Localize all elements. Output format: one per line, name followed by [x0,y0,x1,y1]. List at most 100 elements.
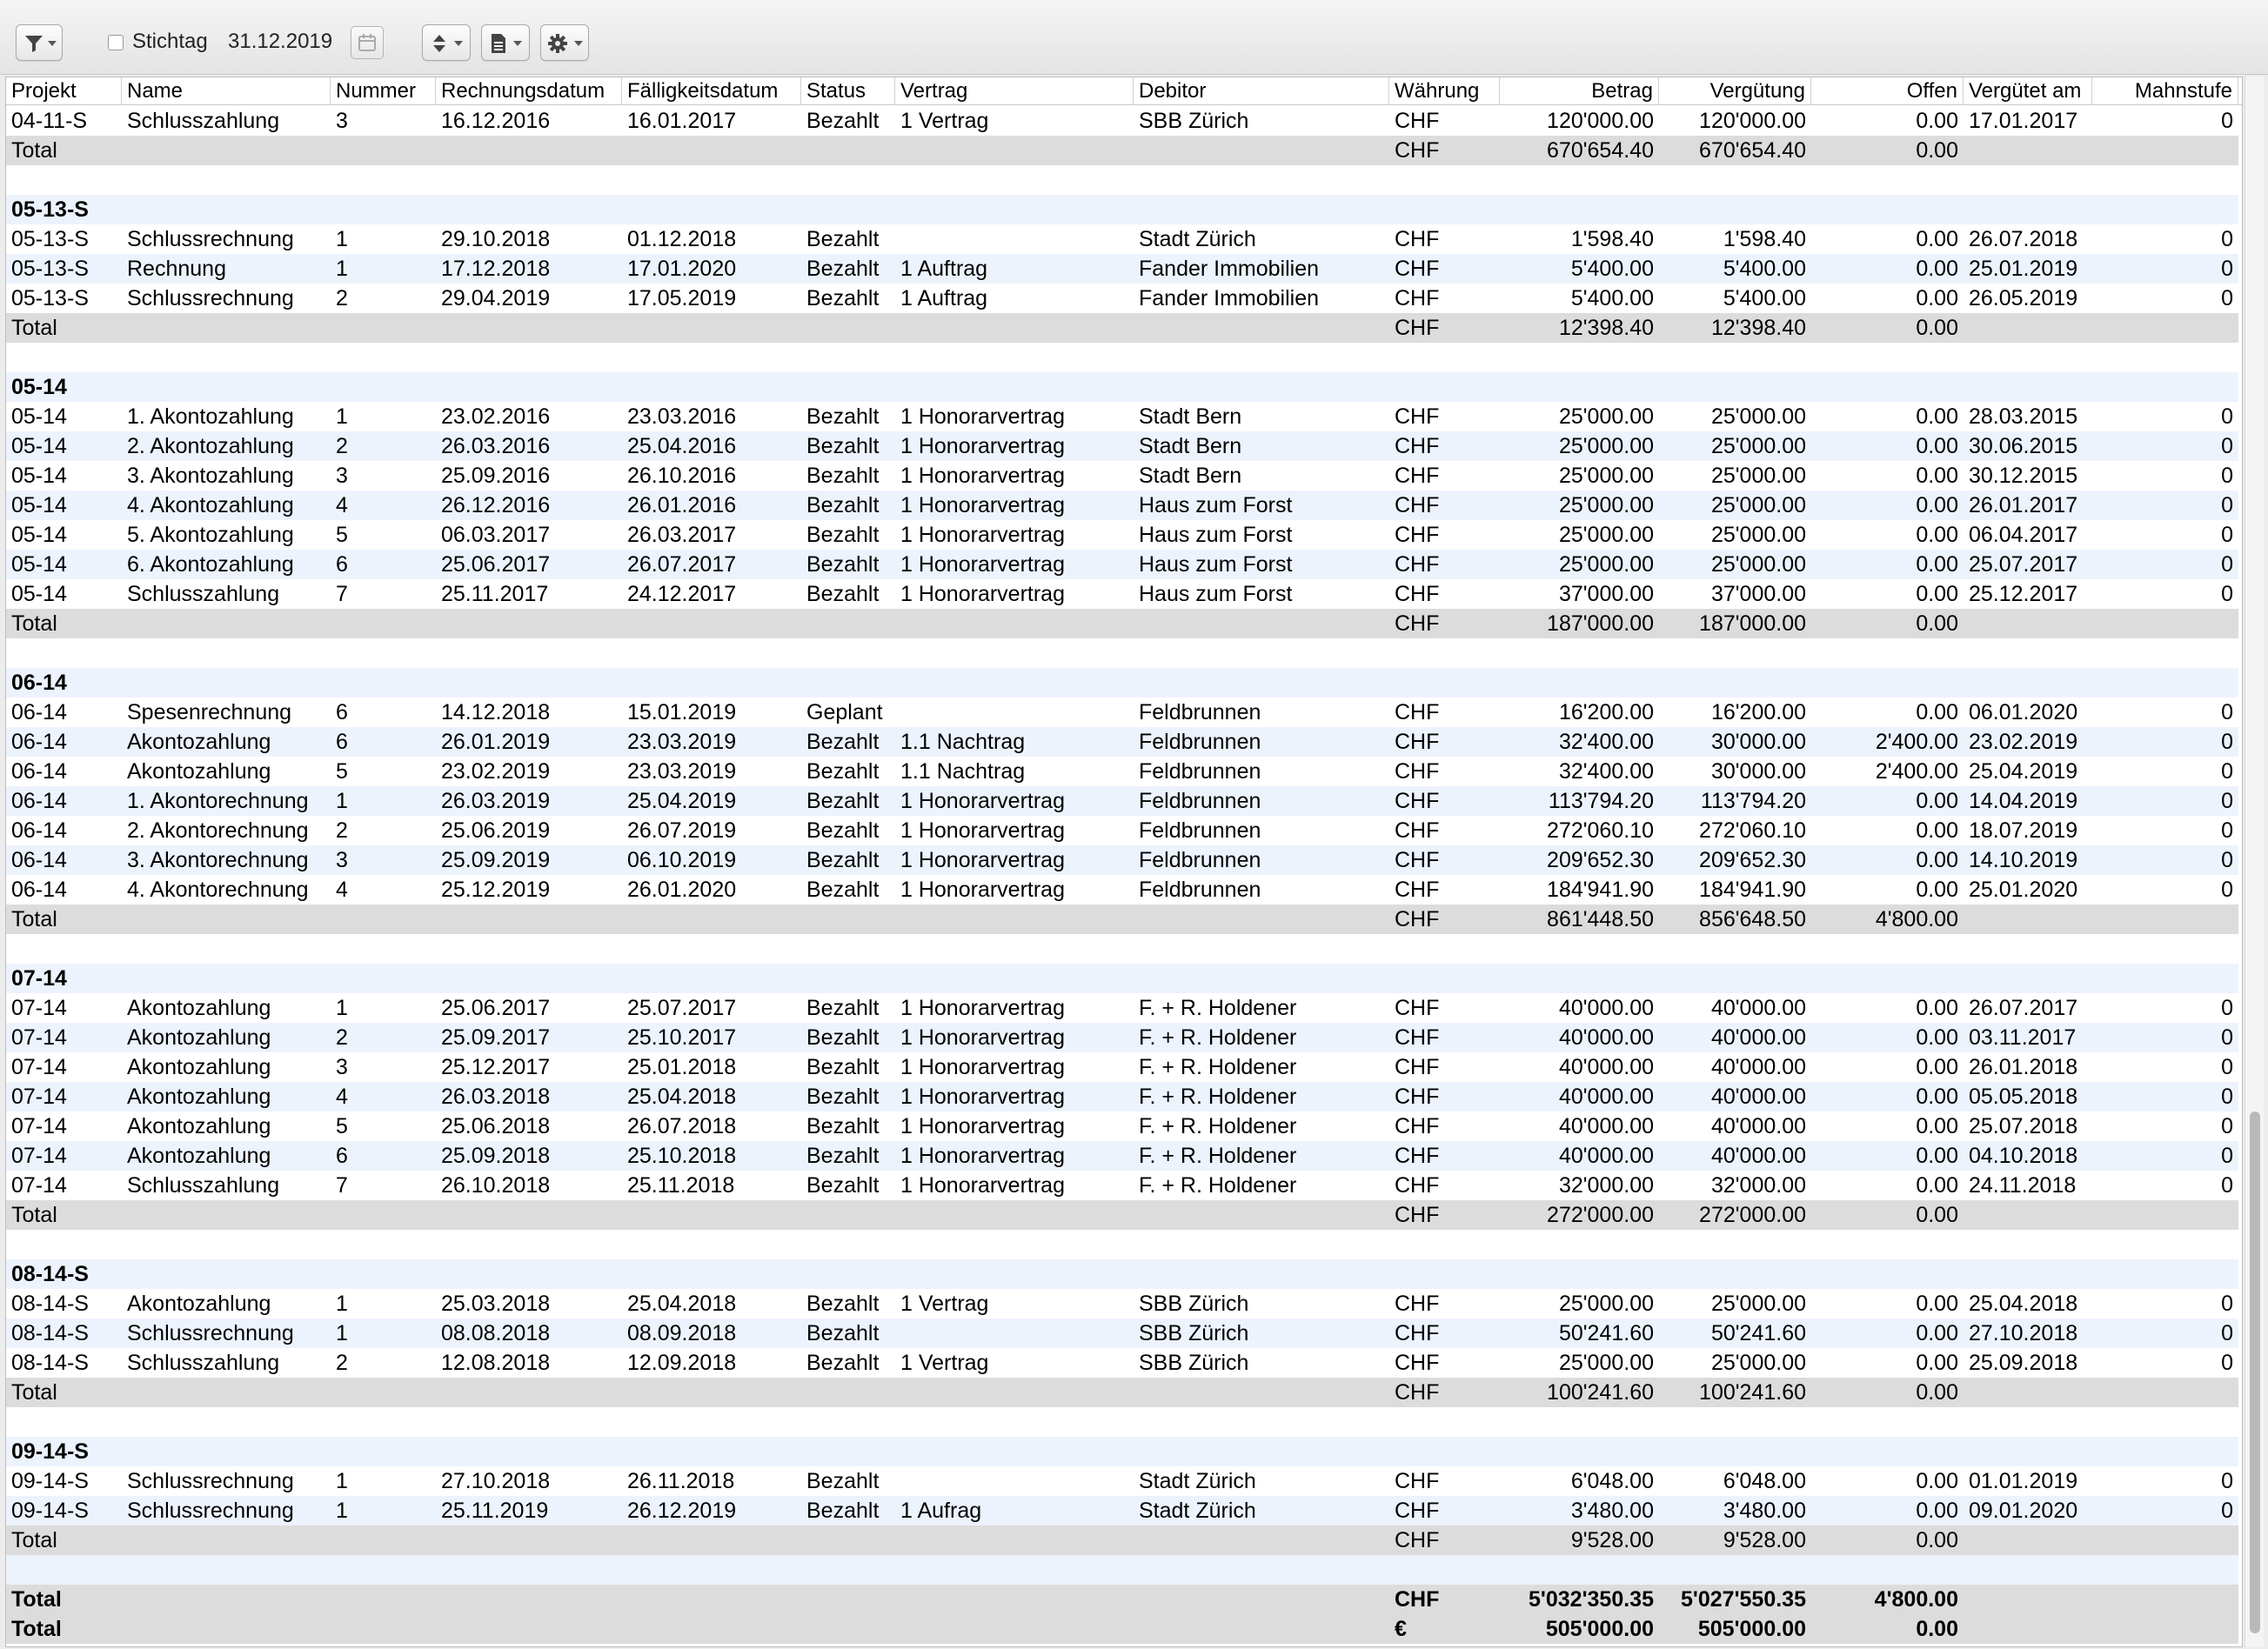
table-row[interactable]: 06-14 Spesenrechnung 6 14.12.2018 15.01.2019… [6,698,2238,727]
cell-mahnstufe: 0 [2221,1173,2233,1198]
table-row[interactable]: 07-14 Akontozahlung 5 25.06.2018 26.07.2018 B… [6,1112,2238,1141]
group-header-row[interactable]: 08-14-S [6,1259,2238,1289]
cell-offen: 0.00 [1916,1025,1958,1050]
table-row[interactable]: 09-14-S Schlussrechnung 1 25.11.2019 26.12.2… [6,1496,2238,1525]
total-row[interactable]: Total CHF 861'448.50 856'648.50 4'800.00 [6,905,2238,934]
total-row[interactable]: Total CHF 100'241.60 100'241.60 0.00 [6,1378,2238,1407]
column-header-betrag[interactable]: Betrag [1500,77,1659,105]
table-row[interactable]: 06-14 3. Akontorechnung 3 25.09.2019 06.10.2… [6,845,2238,875]
table-row[interactable]: 06-14 4. Akontorechnung 4 25.12.2019 26.01.2… [6,875,2238,905]
column-header-projekt[interactable]: Projekt [6,77,122,105]
table-row[interactable]: 09-14-S Schlussrechnung 1 27.10.2018 26.11.2… [6,1466,2238,1496]
table-row[interactable]: 07-14 Akontozahlung 1 25.06.2017 25.07.2017 B… [6,993,2238,1023]
cell-offen: 0.00 [1916,1292,1958,1316]
cell-offen: 0.00 [1916,996,1958,1020]
table-row[interactable]: 05-14 1. Akontozahlung 1 23.02.2016 23.03.20… [6,402,2238,431]
cell-offen: 0.00 [1916,700,1958,724]
total-row[interactable]: Total CHF 187'000.00 187'000.00 0.00 [6,609,2238,638]
column-header-rechnungsdatum[interactable]: Rechnungsdatum [436,77,622,105]
table-row[interactable]: 06-14 2. Akontorechnung 2 25.06.2019 26.07.2… [6,816,2238,845]
column-header-nummer[interactable]: Nummer [331,77,436,105]
table-row[interactable]: 07-14 Akontozahlung 3 25.12.2017 25.01.2018 B… [6,1052,2238,1082]
invoice-table: Projekt Name Nummer Rechnungsdatum Fälligkei… [5,77,2243,1647]
stichtag-date[interactable]: 31.12.2019 [228,30,332,54]
table-row[interactable]: 08-14-S Schlussrechnung 1 08.08.2018 08.09.2… [6,1319,2238,1348]
cell-verguetung: 32'000.00 [1710,1173,1806,1198]
cell-nummer: 7 [336,582,348,606]
table-row[interactable]: 06-14 1. Akontorechnung 1 26.03.2019 25.04.2… [6,786,2238,816]
table-row[interactable]: 06-14 Akontozahlung 5 23.02.2019 23.03.2019 B… [6,757,2238,786]
cell-verguetung: 50'241.60 [1710,1321,1806,1345]
group-header-row[interactable]: 07-14 [6,964,2238,993]
cell-verguetung: 272'060.10 [1699,818,1806,843]
table-row[interactable]: 08-14-S Akontozahlung 1 25.03.2018 25.04.201… [6,1289,2238,1319]
table-row[interactable]: 05-14 Schlusszahlung 7 25.11.2017 24.12.2017… [6,579,2238,609]
cell-betrag: 25'000.00 [1558,552,1654,577]
cell-offen: 0.00 [1916,1351,1958,1375]
column-header-debitor[interactable]: Debitor [1134,77,1389,105]
cell-verguetung: 120'000.00 [1699,109,1806,133]
table-row[interactable]: 05-14 6. Akontozahlung 6 25.06.2017 26.07.20… [6,550,2238,579]
column-header-name[interactable]: Name [122,77,331,105]
table-row[interactable]: 04-11-S Schlusszahlung 3 16.12.2016 16.01.20… [6,106,2238,136]
cell-waehrung: CHF [1395,316,1440,340]
group-header-row[interactable]: 05-14 [6,372,2238,402]
column-header-verguetung[interactable]: Vergütung [1659,77,1811,105]
stichtag-checkbox[interactable] [108,35,124,50]
vertical-scrollbar[interactable] [2245,77,2264,1647]
total-row[interactable]: Total CHF 9'528.00 9'528.00 0.00 [6,1525,2238,1555]
table-row[interactable]: 05-14 5. Akontozahlung 5 06.03.2017 26.03.20… [6,520,2238,550]
table-row[interactable]: 07-14 Akontozahlung 4 26.03.2018 25.04.2018 B… [6,1082,2238,1112]
grand-total-row[interactable]: Total CHF 5'032'350.35 5'027'550.35 4'800.00 [6,1585,2238,1614]
cell-betrag: 670'654.40 [1547,138,1654,163]
group-header-row[interactable]: 06-14 [6,668,2238,698]
column-header-faelligkeitsdatum[interactable]: Fälligkeitsdatum [622,77,801,105]
sort-button[interactable] [422,24,471,61]
cell-name: 4. Akontozahlung [127,493,294,517]
cell-rechnungsdatum: 29.04.2019 [441,286,551,310]
table-row[interactable]: 05-13-S Schlussrechnung 1 29.10.2018 01.12.2… [6,224,2238,254]
cell-betrag: 37'000.00 [1558,582,1654,606]
table-row[interactable]: 05-13-S Schlussrechnung 2 29.04.2019 17.05.2… [6,284,2238,313]
table-row[interactable]: 05-13-S Rechnung 1 17.12.2018 17.01.2020 Beza… [6,254,2238,284]
group-header-row[interactable]: 09-14-S [6,1437,2238,1466]
cell-verguetung: 12'398.40 [1710,316,1806,340]
calendar-button[interactable] [351,26,384,59]
table-row[interactable]: 05-14 3. Akontozahlung 3 25.09.2016 26.10.20… [6,461,2238,491]
total-row[interactable]: Total CHF 670'654.40 670'654.40 0.00 [6,136,2238,165]
cell-status: Bezahlt [806,1173,880,1198]
cell-name: Akontozahlung [127,1055,271,1079]
total-row[interactable]: Total CHF 272'000.00 272'000.00 0.00 [6,1200,2238,1230]
cell-verguetung: 113'794.20 [1700,789,1806,813]
table-row[interactable]: 08-14-S Schlusszahlung 2 12.08.2018 12.09.20… [6,1348,2238,1378]
column-header-status[interactable]: Status [801,77,895,105]
table-row[interactable]: 07-14 Akontozahlung 6 25.09.2018 25.10.2018 B… [6,1141,2238,1171]
group-header-row[interactable]: 05-13-S [6,195,2238,224]
cell-projekt: 06-14 [11,878,67,902]
table-row[interactable]: 06-14 Akontozahlung 6 26.01.2019 23.03.2019 B… [6,727,2238,757]
table-row[interactable]: 05-14 4. Akontozahlung 4 26.12.2016 26.01.20… [6,491,2238,520]
column-header-vertrag[interactable]: Vertrag [895,77,1134,105]
cell-verguetet-am: 25.07.2018 [1969,1114,2078,1138]
table-row[interactable]: 07-14 Akontozahlung 2 25.09.2017 25.10.2017 B… [6,1023,2238,1052]
cell-name: Spesenrechnung [127,700,292,724]
column-header-verguetet-am[interactable]: Vergütet am [1964,77,2092,105]
column-header-mahnstufe[interactable]: Mahnstufe [2092,77,2238,105]
cell-rechnungsdatum: 25.11.2017 [441,582,549,606]
grand-total-row[interactable]: Total €505'000.00 505'000.00 0.00 [6,1614,2238,1644]
total-row[interactable]: Total CHF 12'398.40 12'398.40 0.00 [6,313,2238,343]
column-header-waehrung[interactable]: Währung [1389,77,1500,105]
cell-debitor: F. + R. Holdener [1139,1085,1297,1109]
cell-vertrag: 1 Honorarvertrag [900,464,1065,488]
scrollbar-thumb[interactable] [2250,1112,2260,1633]
column-header-offen[interactable]: Offen [1811,77,1964,105]
table-row[interactable]: 07-14 Schlusszahlung 7 26.10.2018 25.11.2018… [6,1171,2238,1200]
stichtag-label: Stichtag [132,30,208,53]
cell-betrag: 40'000.00 [1558,1055,1654,1079]
filter-button[interactable] [16,24,63,61]
cell-waehrung: CHF [1395,1469,1440,1493]
document-button[interactable] [481,24,530,61]
settings-button[interactable] [540,24,589,61]
table-row[interactable]: 05-14 2. Akontozahlung 2 26.03.2016 25.04.20… [6,431,2238,461]
cell-projekt: Total [11,1587,62,1612]
